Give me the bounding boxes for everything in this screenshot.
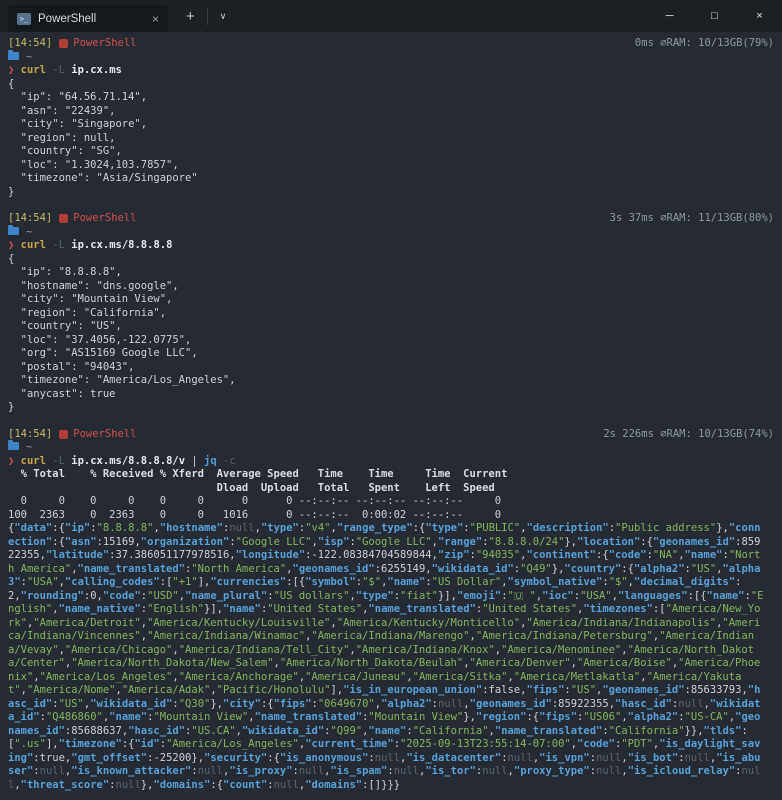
titlebar: >_ PowerShell × + ∨ ─ □ × — [0, 0, 782, 32]
command-flag: -L — [52, 239, 65, 251]
powershell-badge-icon — [59, 214, 68, 223]
output-line: { — [8, 253, 774, 267]
progress-header-line: % Total % Received % Xferd Average Speed… — [8, 468, 774, 482]
terminal[interactable]: [14:54] PowerShell 0ms ⌀RAM: 10/13GB(79%… — [0, 32, 782, 792]
current-path: ~ — [26, 51, 32, 63]
current-path: ~ — [26, 226, 32, 238]
block-header: [14:54] PowerShell 3s 37ms ⌀RAM: 11/13GB… — [8, 212, 774, 226]
command-block-2: [14:54] PowerShell 3s 37ms ⌀RAM: 11/13GB… — [8, 212, 774, 415]
command-line: ❯ curl -L ip.cx.ms/8.8.8.8 — [8, 239, 774, 253]
prompt-icon: ❯ — [8, 239, 14, 251]
powershell-icon: >_ — [17, 13, 31, 25]
timestamp: [14:54] — [8, 37, 52, 51]
output-line: "ip": "64.56.71.14", — [8, 91, 774, 105]
output-line: } — [8, 186, 774, 200]
output-line: "country": "US", — [8, 320, 774, 334]
output-line: "org": "AS15169 Google LLC", — [8, 347, 774, 361]
output-line: "loc": "1.3024,103.7857", — [8, 159, 774, 173]
command-program: curl — [21, 64, 46, 76]
tab-dropdown-icon[interactable]: ∨ — [207, 8, 235, 25]
command-program-2: jq — [204, 455, 217, 467]
output-line: "asn": "22439", — [8, 105, 774, 119]
folder-icon — [8, 442, 19, 450]
output-line: "city": "Mountain View", — [8, 293, 774, 307]
output-line: { — [8, 78, 774, 92]
folder-icon — [8, 227, 19, 235]
folder-icon — [8, 52, 19, 60]
command-block-3: [14:54] PowerShell 2s 226ms ⌀RAM: 10/13G… — [8, 428, 774, 793]
progress-line: 100 2363 0 2363 0 0 1016 0 --:--:-- 0:00… — [8, 509, 774, 523]
command-flag: -L — [52, 455, 65, 467]
block-header: [14:54] PowerShell 2s 226ms ⌀RAM: 10/13G… — [8, 428, 774, 442]
shell-label: PowerShell — [73, 212, 136, 226]
output-line: "region": "California", — [8, 307, 774, 321]
json-blob: {"data":{"ip":"8.8.8.8","hostname":null,… — [8, 522, 767, 792]
powershell-badge-icon — [59, 39, 68, 48]
command-target: ip.cx.ms/8.8.8.8/v — [71, 455, 185, 467]
current-path: ~ — [26, 441, 32, 453]
pipe-symbol: | — [191, 455, 197, 467]
output-line: } — [8, 401, 774, 415]
output-line: "timezone": "America/Los_Angeles", — [8, 374, 774, 388]
maximize-button[interactable]: □ — [692, 0, 737, 32]
path-line: ~ — [8, 441, 774, 455]
progress-line: 0 0 0 0 0 0 0 0 --:--:-- --:--:-- --:--:… — [8, 495, 774, 509]
shell-label: PowerShell — [73, 428, 136, 442]
output-line: "timezone": "Asia/Singapore" — [8, 172, 774, 186]
block-header: [14:54] PowerShell 0ms ⌀RAM: 10/13GB(79%… — [8, 37, 774, 51]
block-stats: 0ms ⌀RAM: 10/13GB(79%) — [635, 37, 774, 51]
command-flag-2: -c — [223, 455, 236, 467]
output-line: "loc": "37.4056,-122.0775", — [8, 334, 774, 348]
command-line: ❯ curl -L ip.cx.ms/8.8.8.8/v | jq -c — [8, 455, 774, 469]
path-line: ~ — [8, 226, 774, 240]
block-stats: 2s 226ms ⌀RAM: 10/13GB(74%) — [603, 428, 774, 442]
command-target: ip.cx.ms/8.8.8.8 — [71, 239, 172, 251]
tab-powershell[interactable]: >_ PowerShell × — [8, 5, 168, 32]
command-program: curl — [21, 239, 46, 251]
command-block-1: [14:54] PowerShell 0ms ⌀RAM: 10/13GB(79%… — [8, 37, 774, 199]
prompt-icon: ❯ — [8, 64, 14, 76]
command-target: ip.cx.ms — [71, 64, 122, 76]
powershell-badge-icon — [59, 430, 68, 439]
command-line: ❯ curl -L ip.cx.ms — [8, 64, 774, 78]
output-line: "anycast": true — [8, 388, 774, 402]
minimize-button[interactable]: ─ — [647, 0, 692, 32]
tab-title: PowerShell — [38, 13, 145, 25]
block-stats: 3s 37ms ⌀RAM: 11/13GB(80%) — [610, 212, 774, 226]
timestamp: [14:54] — [8, 428, 52, 442]
output-line: "hostname": "dns.google", — [8, 280, 774, 294]
output-line: "ip": "8.8.8.8", — [8, 266, 774, 280]
output-line: "city": "Singapore", — [8, 118, 774, 132]
command-flag: -L — [52, 64, 65, 76]
output-line: "region": null, — [8, 132, 774, 146]
output-line: "postal": "94043", — [8, 361, 774, 375]
new-tab-button[interactable]: + — [180, 5, 201, 28]
close-button[interactable]: × — [737, 0, 782, 32]
shell-label: PowerShell — [73, 37, 136, 51]
prompt-icon: ❯ — [8, 455, 14, 467]
command-program: curl — [21, 455, 46, 467]
timestamp: [14:54] — [8, 212, 52, 226]
progress-header-line: Dload Upload Total Spent Left Speed — [8, 482, 774, 496]
path-line: ~ — [8, 51, 774, 65]
tab-close-icon[interactable]: × — [152, 13, 159, 25]
window-controls: ─ □ × — [647, 0, 782, 32]
output-line: "country": "SG", — [8, 145, 774, 159]
